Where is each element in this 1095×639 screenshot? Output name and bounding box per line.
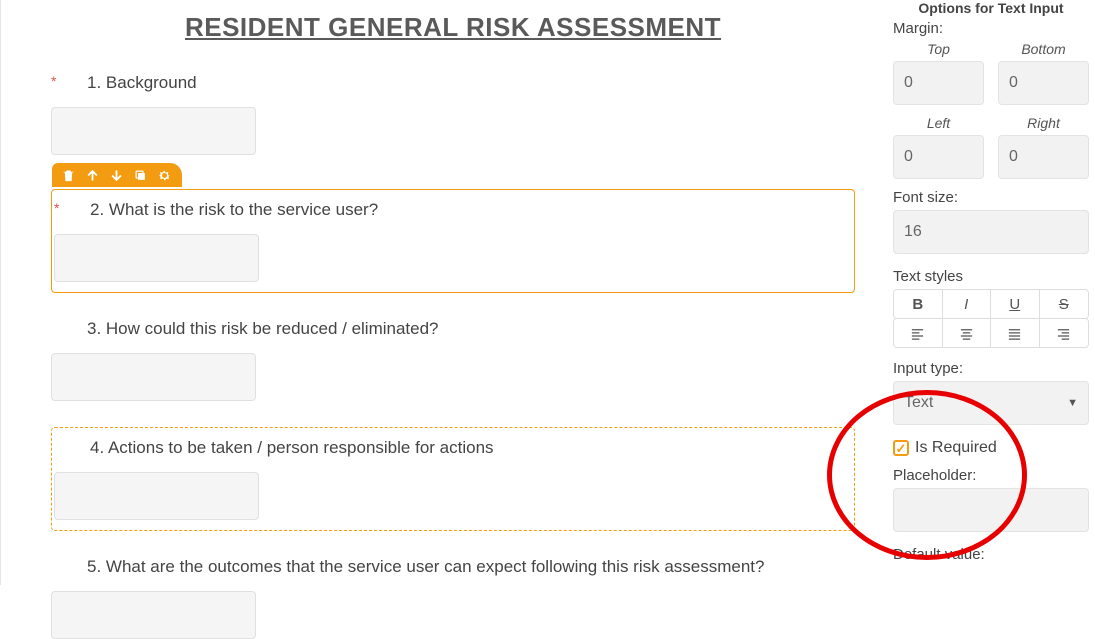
text-styles-label: Text styles — [893, 268, 1089, 285]
properties-panel: Options for Text Input Margin: Top Botto… — [885, 0, 1095, 585]
font-size-label: Font size: — [893, 189, 1089, 206]
text-input-field[interactable] — [51, 107, 256, 155]
question-text: 3. How could this risk be reduced / elim… — [87, 319, 439, 339]
copy-icon[interactable] — [132, 167, 148, 183]
margin-label: Margin: — [893, 20, 1089, 37]
input-type-label: Input type: — [893, 360, 1089, 377]
arrow-up-icon[interactable] — [84, 167, 100, 183]
bold-button[interactable]: B — [894, 290, 943, 318]
input-type-select[interactable]: Text ▼ — [893, 381, 1089, 425]
align-center-button[interactable] — [943, 319, 992, 347]
default-value-label: Default value: — [893, 546, 1089, 563]
question-text: 5. What are the outcomes that the servic… — [87, 557, 765, 577]
gear-icon[interactable] — [156, 167, 172, 183]
text-input-field[interactable] — [51, 353, 256, 401]
strikethrough-button[interactable]: S — [1040, 290, 1089, 318]
question-text: 1. Background — [87, 73, 197, 93]
align-justify-button[interactable] — [991, 319, 1040, 347]
arrow-down-icon[interactable] — [108, 167, 124, 183]
italic-button[interactable]: I — [943, 290, 992, 318]
trash-icon[interactable] — [60, 167, 76, 183]
form-title: RESIDENT GENERAL RISK ASSESSMENT — [51, 12, 855, 43]
is-required-label: Is Required — [915, 439, 997, 457]
panel-title: Options for Text Input — [893, 0, 1089, 16]
margin-left-input[interactable] — [893, 135, 984, 179]
font-size-input[interactable] — [893, 210, 1089, 254]
question-text: 4. Actions to be taken / person responsi… — [90, 438, 494, 458]
question-block-4-hover[interactable]: 4. Actions to be taken / person responsi… — [51, 427, 855, 531]
required-mark: * — [51, 73, 71, 89]
text-input-field[interactable] — [51, 591, 256, 639]
margin-left-label: Left — [893, 115, 984, 131]
margin-bottom-input[interactable] — [998, 61, 1089, 105]
form-canvas: RESIDENT GENERAL RISK ASSESSMENT * 1. Ba… — [0, 0, 885, 585]
underline-button[interactable]: U — [991, 290, 1040, 318]
question-block-2-selected[interactable]: * 2. What is the risk to the service use… — [51, 189, 855, 293]
required-mark: * — [54, 200, 74, 216]
input-type-value: Text — [904, 394, 933, 412]
margin-top-label: Top — [893, 41, 984, 57]
is-required-checkbox[interactable] — [893, 440, 909, 456]
text-style-row-1: B I U S — [893, 289, 1089, 319]
text-input-field[interactable] — [54, 234, 259, 282]
align-left-button[interactable] — [894, 319, 943, 347]
text-input-field[interactable] — [54, 472, 259, 520]
margin-right-label: Right — [998, 115, 1089, 131]
question-block-1[interactable]: * 1. Background — [51, 73, 855, 155]
question-text: 2. What is the risk to the service user? — [90, 200, 378, 220]
margin-bottom-label: Bottom — [998, 41, 1089, 57]
text-style-row-2 — [893, 318, 1089, 348]
question-block-3[interactable]: 3. How could this risk be reduced / elim… — [51, 319, 855, 401]
question-block-5[interactable]: 5. What are the outcomes that the servic… — [51, 557, 855, 639]
placeholder-input[interactable] — [893, 488, 1089, 532]
margin-top-input[interactable] — [893, 61, 984, 105]
align-right-button[interactable] — [1040, 319, 1089, 347]
margin-right-input[interactable] — [998, 135, 1089, 179]
chevron-down-icon: ▼ — [1067, 397, 1078, 409]
element-toolbar — [52, 163, 182, 187]
placeholder-label: Placeholder: — [893, 467, 1089, 484]
